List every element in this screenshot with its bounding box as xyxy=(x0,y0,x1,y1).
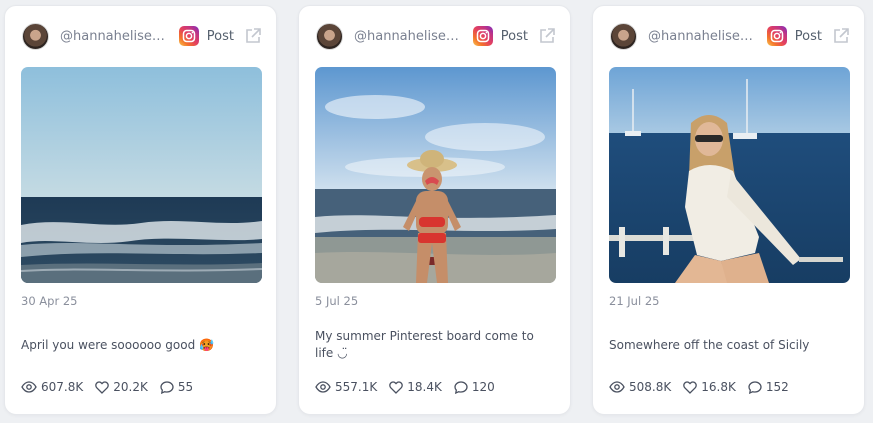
post-cards: @hannahelisem... Post 30 Apr 25 April yo… xyxy=(4,5,865,415)
instagram-icon xyxy=(178,26,199,46)
avatar xyxy=(316,22,343,50)
external-link-icon[interactable] xyxy=(244,27,262,45)
post-card[interactable]: @hannahelisem... Post xyxy=(592,5,865,415)
heart-icon xyxy=(95,380,110,394)
comments-stat: 120 xyxy=(454,380,495,394)
views-count: 508.8K xyxy=(629,380,672,394)
account-handle[interactable]: @hannahelisem... xyxy=(60,29,170,44)
views-count: 557.1K xyxy=(335,380,378,394)
heart-icon xyxy=(683,380,698,394)
eye-icon xyxy=(21,381,37,393)
post-stats: 508.8K 16.8K 152 xyxy=(609,380,801,394)
likes-stat: 16.8K xyxy=(683,380,736,394)
card-header: @hannahelisem... Post xyxy=(316,22,556,50)
comments-count: 120 xyxy=(471,380,495,394)
likes-count: 16.8K xyxy=(701,380,736,394)
post-image[interactable] xyxy=(609,67,850,283)
comment-icon xyxy=(454,380,468,394)
likes-count: 18.4K xyxy=(407,380,442,394)
card-header: @hannahelisem... Post xyxy=(22,22,262,50)
post-card[interactable]: @hannahelisem... Post xyxy=(298,5,571,415)
external-link-icon[interactable] xyxy=(538,27,556,45)
instagram-icon xyxy=(472,26,493,46)
external-link-icon[interactable] xyxy=(832,27,850,45)
post-type-label: Post xyxy=(206,28,234,44)
post-date: 30 Apr 25 xyxy=(21,294,78,308)
post-image[interactable] xyxy=(21,67,262,283)
avatar xyxy=(22,22,49,50)
comments-stat: 55 xyxy=(160,380,193,394)
views-stat: 607.8K xyxy=(21,380,83,394)
post-type-label: Post xyxy=(794,28,822,44)
comments-stat: 152 xyxy=(748,380,789,394)
post-type-label: Post xyxy=(500,28,528,44)
post-image[interactable] xyxy=(315,67,556,283)
heart-icon xyxy=(389,380,404,394)
views-stat: 557.1K xyxy=(315,380,377,394)
comments-count: 55 xyxy=(177,380,194,394)
likes-stat: 20.2K xyxy=(95,380,148,394)
card-header: @hannahelisem... Post xyxy=(610,22,850,50)
likes-count: 20.2K xyxy=(113,380,148,394)
post-date: 5 Jul 25 xyxy=(315,294,359,308)
post-stats: 557.1K 18.4K 120 xyxy=(315,380,507,394)
avatar xyxy=(610,22,637,50)
post-date: 21 Jul 25 xyxy=(609,294,660,308)
eye-icon xyxy=(609,381,625,393)
comment-icon xyxy=(160,380,174,394)
post-caption: April you were soooooo good 🥵 xyxy=(21,338,214,352)
post-caption: My summer Pinterest board come to life ◡… xyxy=(315,329,534,360)
views-stat: 508.8K xyxy=(609,380,671,394)
post-card[interactable]: @hannahelisem... Post 30 Apr 25 April yo… xyxy=(4,5,277,415)
comments-count: 152 xyxy=(765,380,789,394)
instagram-icon xyxy=(766,26,787,46)
likes-stat: 18.4K xyxy=(389,380,442,394)
views-count: 607.8K xyxy=(41,380,84,394)
comment-icon xyxy=(748,380,762,394)
eye-icon xyxy=(315,381,331,393)
post-caption: Somewhere off the coast of Sicily xyxy=(609,338,810,352)
account-handle[interactable]: @hannahelisem... xyxy=(648,29,758,44)
account-handle[interactable]: @hannahelisem... xyxy=(354,29,464,44)
post-stats: 607.8K 20.2K 55 xyxy=(21,380,205,394)
